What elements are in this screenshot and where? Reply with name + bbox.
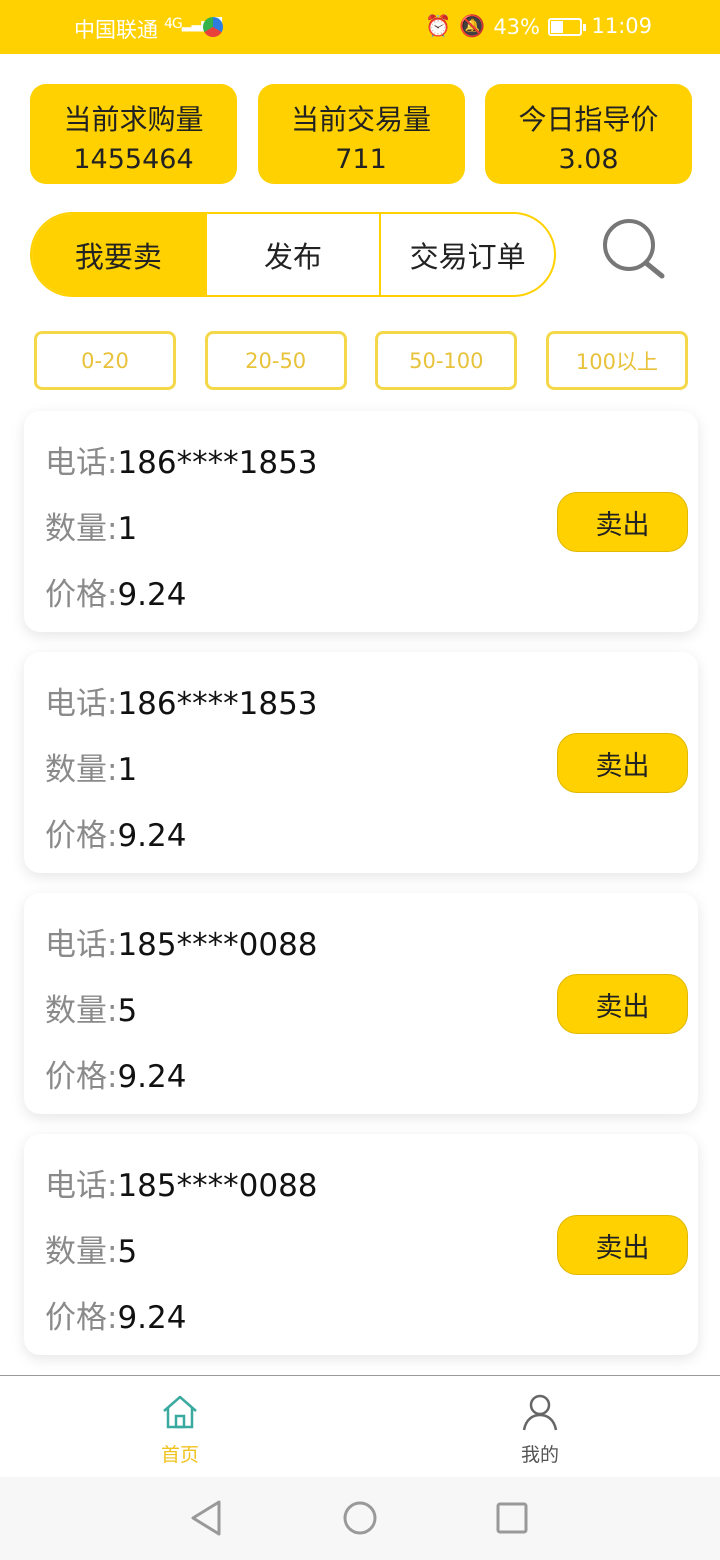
alarm-icon: ⏰ bbox=[425, 14, 452, 38]
price-filter-row: 0-20 20-50 50-100 100以上 bbox=[34, 331, 688, 390]
sell-button[interactable]: 卖出 bbox=[557, 1215, 688, 1275]
price-value: 9.24 bbox=[117, 1300, 187, 1336]
filter-chip[interactable]: 20-50 bbox=[204, 331, 347, 390]
status-bar: 中国联通 4G▂▃▅▇ ⏰ 🔕 43% 11:09 bbox=[0, 0, 720, 54]
bottom-tab-bar: 首页 我的 bbox=[0, 1375, 720, 1477]
price-row: 价格:9.24 bbox=[45, 810, 186, 855]
carrier-name: 中国联通 bbox=[74, 18, 158, 42]
stat-card-demand: 当前求购量 1455464 bbox=[30, 84, 237, 184]
stat-label: 当前求购量 bbox=[63, 103, 204, 136]
price-value: 9.24 bbox=[117, 1059, 187, 1095]
phone-label: 电话: bbox=[45, 445, 118, 481]
order-card: 电话:185****0088 数量:5 价格:9.24 卖出 bbox=[24, 893, 698, 1114]
tab-home-label: 首页 bbox=[160, 1444, 199, 1466]
stat-label: 当前交易量 bbox=[290, 103, 431, 136]
price-row: 价格:9.24 bbox=[45, 1051, 186, 1096]
qty-label: 数量: bbox=[45, 1234, 118, 1270]
price-value: 9.24 bbox=[117, 577, 187, 613]
qty-value: 5 bbox=[117, 993, 138, 1029]
stats-row: 当前求购量 1455464 当前交易量 711 今日指导价 3.08 bbox=[30, 84, 692, 184]
app-notification-icon bbox=[203, 17, 223, 37]
qty-row: 数量:5 bbox=[45, 1226, 137, 1271]
price-label: 价格: bbox=[45, 1059, 118, 1095]
phone-row: 电话:185****0088 bbox=[45, 919, 318, 964]
system-nav-bar bbox=[0, 1477, 720, 1560]
qty-row: 数量:1 bbox=[45, 744, 137, 789]
price-label: 价格: bbox=[45, 577, 118, 613]
filter-chip[interactable]: 0-20 bbox=[34, 331, 176, 390]
phone-value: 186****1853 bbox=[117, 445, 318, 481]
sell-button[interactable]: 卖出 bbox=[557, 733, 688, 793]
qty-value: 1 bbox=[117, 511, 138, 547]
search-icon[interactable] bbox=[598, 215, 670, 287]
qty-row: 数量:5 bbox=[45, 985, 137, 1030]
qty-label: 数量: bbox=[45, 511, 118, 547]
battery-level bbox=[551, 20, 563, 33]
phone-row: 电话:186****1853 bbox=[45, 437, 318, 482]
phone-label: 电话: bbox=[45, 927, 118, 963]
mute-icon: 🔕 bbox=[459, 14, 486, 38]
stat-label: 今日指导价 bbox=[518, 103, 659, 136]
filter-chip[interactable]: 50-100 bbox=[375, 331, 518, 390]
tab-publish[interactable]: 发布 bbox=[207, 214, 382, 295]
phone-value: 185****0088 bbox=[117, 1168, 318, 1204]
user-icon bbox=[520, 1392, 560, 1436]
stat-card-guide-price: 今日指导价 3.08 bbox=[485, 84, 692, 184]
stat-card-volume: 当前交易量 711 bbox=[257, 84, 465, 184]
qty-label: 数量: bbox=[45, 752, 118, 788]
tab-mine-label: 我的 bbox=[520, 1444, 559, 1466]
order-card: 电话:186****1853 数量:1 价格:9.24 卖出 bbox=[24, 411, 698, 632]
price-row: 价格:9.24 bbox=[45, 569, 186, 614]
clock: 11:09 bbox=[591, 14, 652, 38]
order-card: 电话:186****1853 数量:1 价格:9.24 卖出 bbox=[24, 652, 698, 873]
home-icon bbox=[160, 1392, 200, 1436]
order-list: 电话:186****1853 数量:1 价格:9.24 卖出 电话:186***… bbox=[24, 411, 698, 1375]
recents-icon[interactable] bbox=[494, 1499, 530, 1541]
phone-value: 186****1853 bbox=[117, 686, 318, 722]
qty-value: 5 bbox=[117, 1234, 138, 1270]
sell-button[interactable]: 卖出 bbox=[557, 492, 688, 552]
sell-button[interactable]: 卖出 bbox=[557, 974, 688, 1034]
order-card: 电话:185****0088 数量:5 价格:9.24 卖出 bbox=[24, 1134, 698, 1355]
battery-icon bbox=[548, 17, 586, 36]
stat-value: 3.08 bbox=[558, 144, 619, 175]
tab-sell[interactable]: 我要卖 bbox=[32, 214, 207, 295]
stat-value: 1455464 bbox=[73, 144, 194, 175]
qty-label: 数量: bbox=[45, 993, 118, 1029]
qty-row: 数量:1 bbox=[45, 503, 137, 548]
tab-mine[interactable]: 我的 bbox=[360, 1376, 720, 1477]
back-icon[interactable] bbox=[188, 1499, 224, 1541]
battery-percent: 43% bbox=[493, 14, 540, 39]
home-nav-icon[interactable] bbox=[342, 1499, 378, 1541]
price-label: 价格: bbox=[45, 818, 118, 854]
phone-label: 电话: bbox=[45, 686, 118, 722]
phone-row: 电话:186****1853 bbox=[45, 678, 318, 723]
phone-label: 电话: bbox=[45, 1168, 118, 1204]
tab-home[interactable]: 首页 bbox=[0, 1376, 360, 1477]
price-value: 9.24 bbox=[117, 818, 187, 854]
network-type: 4G bbox=[164, 16, 183, 32]
filter-chip[interactable]: 100以上 bbox=[545, 331, 688, 390]
qty-value: 1 bbox=[117, 752, 138, 788]
phone-row: 电话:185****0088 bbox=[45, 1160, 318, 1205]
segmented-tabs: 我要卖 发布 交易订单 bbox=[30, 212, 556, 297]
phone-value: 185****0088 bbox=[117, 927, 318, 963]
price-label: 价格: bbox=[45, 1300, 118, 1336]
stat-value: 711 bbox=[335, 144, 387, 175]
tab-orders[interactable]: 交易订单 bbox=[381, 214, 554, 295]
price-row: 价格:9.24 bbox=[45, 1292, 186, 1337]
